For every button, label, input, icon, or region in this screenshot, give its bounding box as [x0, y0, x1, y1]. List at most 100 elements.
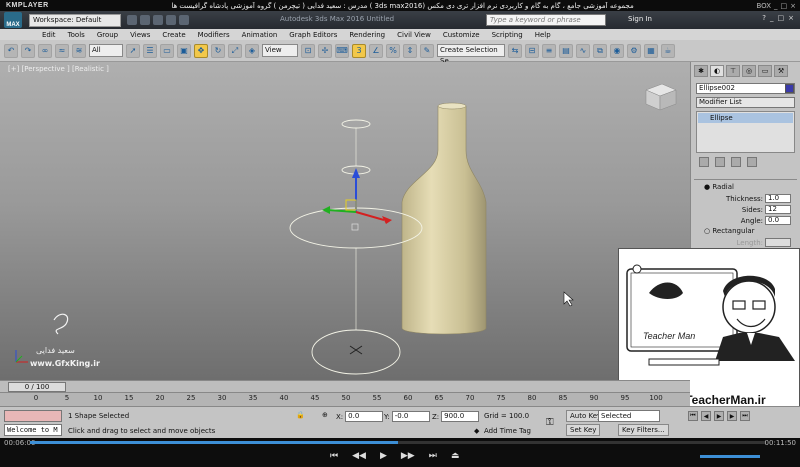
save-file-icon[interactable]: [153, 15, 163, 25]
utilities-tab-icon[interactable]: ⚒: [774, 65, 788, 77]
angle-snap-icon[interactable]: ∠: [369, 43, 383, 58]
eject-icon[interactable]: ⏏: [451, 451, 460, 461]
percent-snap-icon[interactable]: %: [386, 43, 400, 58]
track-bar[interactable]: 0 5 10 15 20 25 30 35 40 45 50 55 60 65 …: [0, 392, 690, 406]
viewport-label[interactable]: [+] [Perspective ] [Realistic ]: [8, 65, 109, 73]
display-tab-icon[interactable]: ▭: [758, 65, 772, 77]
menu-rendering[interactable]: Rendering: [343, 31, 391, 39]
time-slider-thumb[interactable]: 0 / 100: [8, 382, 66, 392]
make-unique-icon[interactable]: [731, 157, 741, 167]
menu-scripting[interactable]: Scripting: [486, 31, 529, 39]
sign-in-link[interactable]: Sign In: [628, 15, 652, 23]
material-editor-icon[interactable]: ◉: [610, 43, 624, 58]
ribbon-toggle-icon[interactable]: ▤: [559, 43, 573, 58]
maximize-app-icon[interactable]: □: [778, 14, 785, 22]
menu-customize[interactable]: Customize: [437, 31, 486, 39]
menu-create[interactable]: Create: [156, 31, 191, 39]
length-spinner[interactable]: [765, 238, 791, 247]
render-setup-icon[interactable]: ⚙: [627, 43, 641, 58]
hierarchy-tab-icon[interactable]: ⊤: [726, 65, 740, 77]
minimize-button[interactable]: _: [774, 2, 778, 10]
go-to-start-icon[interactable]: ⏮: [688, 411, 698, 421]
menu-graph-editors[interactable]: Graph Editors: [283, 31, 343, 39]
radial-option[interactable]: ● Radial: [694, 182, 797, 193]
pin-stack-icon[interactable]: [699, 157, 709, 167]
window-crossing-icon[interactable]: ▣: [177, 43, 191, 58]
link-icon[interactable]: ∞: [38, 43, 52, 58]
menu-animation[interactable]: Animation: [236, 31, 284, 39]
menu-tools[interactable]: Tools: [62, 31, 91, 39]
bottle-mesh[interactable]: [401, 105, 487, 335]
keyboard-shortcut-icon[interactable]: ⌨: [335, 43, 349, 58]
key-selection-dropdown[interactable]: Selected: [598, 410, 660, 422]
previous-track-icon[interactable]: ⏮: [330, 451, 338, 461]
select-by-name-icon[interactable]: ☰: [143, 43, 157, 58]
unlink-icon[interactable]: ≈: [55, 43, 69, 58]
snaps-toggle-icon[interactable]: 3: [352, 43, 366, 58]
motion-tab-icon[interactable]: ◎: [742, 65, 756, 77]
menu-civil-view[interactable]: Civil View: [391, 31, 437, 39]
reference-coordinate-dropdown[interactable]: View: [262, 44, 298, 57]
fast-forward-icon[interactable]: ▶▶: [401, 451, 415, 461]
box-button[interactable]: BOX: [756, 2, 771, 10]
select-manipulate-icon[interactable]: ✢: [318, 43, 332, 58]
maxscript-mini-listener[interactable]: Welcome to M: [4, 424, 62, 436]
rewind-icon[interactable]: ◀◀: [352, 451, 366, 461]
schematic-view-icon[interactable]: ⧉: [593, 43, 607, 58]
search-input[interactable]: Type a keyword or phrase: [486, 14, 606, 26]
minimize-app-icon[interactable]: _: [770, 14, 774, 22]
rectangular-option[interactable]: ○ Rectangular: [694, 226, 797, 237]
select-object-icon[interactable]: ➚: [126, 43, 140, 58]
spinner-snap-icon[interactable]: ⇕: [403, 43, 417, 58]
named-selection-set-dropdown[interactable]: Create Selection Se: [437, 44, 505, 65]
layer-manager-icon[interactable]: ≡: [542, 43, 556, 58]
lock-selection-icon[interactable]: 🔒: [296, 411, 305, 419]
render-production-icon[interactable]: ☕: [661, 43, 675, 58]
close-app-icon[interactable]: ×: [788, 14, 794, 22]
rectangular-selection-icon[interactable]: ▭: [160, 43, 174, 58]
selection-filter-dropdown[interactable]: All: [89, 44, 123, 57]
play-icon[interactable]: ▶: [714, 411, 724, 421]
maxscript-listener-output[interactable]: [4, 410, 62, 422]
stack-item-ellipse[interactable]: Ellipse: [698, 113, 793, 123]
menu-group[interactable]: Group: [91, 31, 124, 39]
open-file-icon[interactable]: [140, 15, 150, 25]
key-filters-button[interactable]: Key Filters...: [618, 424, 669, 436]
absolute-mode-icon[interactable]: ⊕: [322, 411, 328, 419]
workspace-dropdown[interactable]: Workspace: Default: [29, 13, 121, 27]
perspective-viewport[interactable]: [+] [Perspective ] [Realistic ] سعید فدا…: [0, 62, 690, 380]
menu-help[interactable]: Help: [529, 31, 557, 39]
rendered-frame-window-icon[interactable]: ▦: [644, 43, 658, 58]
new-scene-icon[interactable]: [127, 15, 137, 25]
time-slider[interactable]: 0 / 100: [0, 380, 690, 392]
redo-button-icon[interactable]: ↷: [21, 43, 35, 58]
previous-frame-icon[interactable]: ◀: [701, 411, 711, 421]
object-name-field[interactable]: Ellipse002: [696, 83, 795, 94]
go-to-end-icon[interactable]: ⏭: [740, 411, 750, 421]
set-key-button[interactable]: Set Key: [566, 424, 601, 436]
menu-views[interactable]: Views: [124, 31, 156, 39]
playback-progress-bar[interactable]: [30, 441, 766, 444]
show-end-result-icon[interactable]: [715, 157, 725, 167]
close-button[interactable]: ×: [790, 2, 796, 10]
mirror-icon[interactable]: ⇆: [508, 43, 522, 58]
modifier-list-dropdown[interactable]: Modifier List: [696, 97, 795, 108]
maximize-button[interactable]: □: [781, 2, 788, 10]
sides-spinner[interactable]: 12: [765, 205, 791, 214]
play-pause-icon[interactable]: ▶: [380, 451, 387, 461]
move-gizmo[interactable]: [322, 168, 392, 231]
volume-slider[interactable]: [700, 455, 760, 458]
curve-editor-icon[interactable]: ∿: [576, 43, 590, 58]
angle-spinner[interactable]: 0.0: [765, 216, 791, 225]
align-icon[interactable]: ⊟: [525, 43, 539, 58]
thickness-spinner[interactable]: 1.0: [765, 194, 791, 203]
undo-button-icon[interactable]: ↶: [4, 43, 18, 58]
select-and-move-icon[interactable]: ✥: [194, 43, 208, 58]
undo-icon[interactable]: [166, 15, 176, 25]
redo-icon[interactable]: [179, 15, 189, 25]
modify-tab-icon[interactable]: ◐: [710, 65, 724, 77]
set-key-mode-icon[interactable]: ⚿: [546, 417, 554, 428]
remove-modifier-icon[interactable]: [747, 157, 757, 167]
next-frame-icon[interactable]: ▶: [727, 411, 737, 421]
select-and-place-icon[interactable]: ◈: [245, 43, 259, 58]
